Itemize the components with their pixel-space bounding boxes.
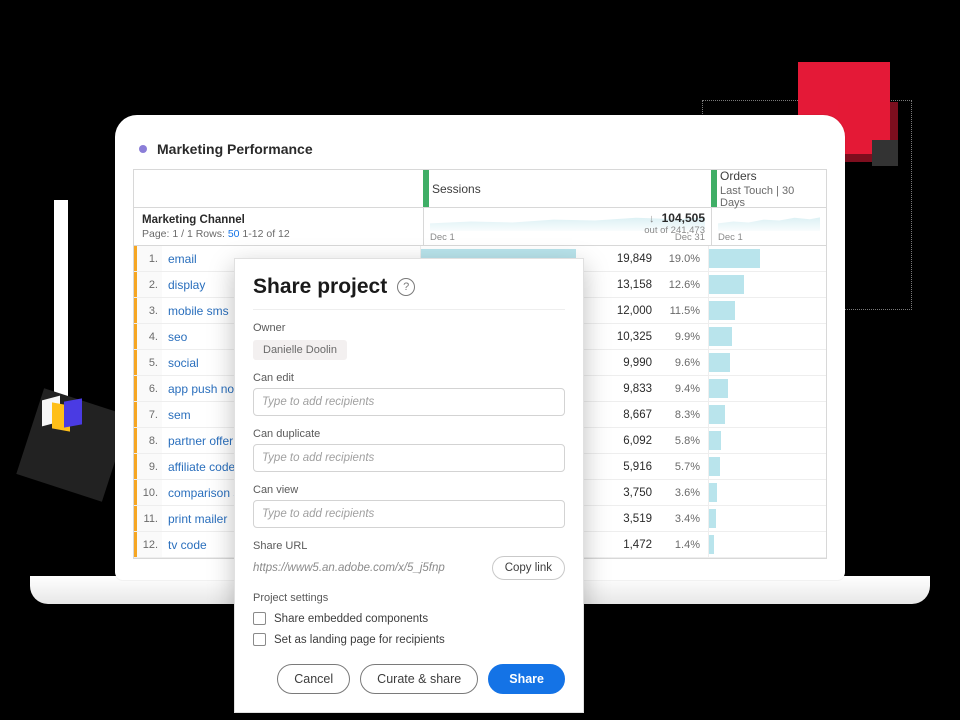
accent-color-cluster (42, 398, 84, 440)
row-sessions-pct: 3.4% (660, 513, 700, 525)
row-index: 11. (134, 506, 162, 531)
can-edit-label: Can edit (253, 372, 565, 384)
can-edit-input[interactable] (253, 388, 565, 416)
row-index: 3. (134, 298, 162, 323)
row-sessions-value: 6,092 (623, 435, 652, 447)
row-index: 7. (134, 402, 162, 427)
orders-attribution-sub: Last Touch | 30 Days (720, 185, 818, 209)
grid-metric-header: Sessions Orders Last Touch | 30 Days (134, 170, 826, 208)
row-sessions-value: 3,750 (623, 487, 652, 499)
row-sessions-pct: 19.0% (660, 253, 700, 265)
modal-title: Share project (253, 275, 387, 299)
row-sessions-pct: 12.6% (660, 279, 700, 291)
row-orders-cell (709, 246, 826, 271)
row-index: 10. (134, 480, 162, 505)
row-index: 2. (134, 272, 162, 297)
row-orders-cell (709, 298, 826, 323)
orders-sparkline (718, 212, 820, 231)
row-sessions-value: 13,158 (617, 279, 652, 291)
grid-pager: Page: 1 / 1 Rows: 50 1-12 of 12 (142, 228, 415, 240)
row-sessions-value: 10,325 (617, 331, 652, 343)
owner-label: Owner (253, 322, 565, 334)
row-orders-cell (709, 324, 826, 349)
owner-chip: Danielle Doolin (253, 340, 347, 360)
sessions-column-header[interactable]: Sessions (432, 182, 481, 196)
landing-page-checkbox[interactable] (253, 633, 266, 646)
row-sessions-value: 12,000 (617, 305, 652, 317)
date-start-label: Dec 1 (430, 232, 455, 243)
row-sessions-pct: 5.8% (660, 435, 700, 447)
row-index: 8. (134, 428, 162, 453)
row-sessions-value: 1,472 (623, 539, 652, 551)
share-button[interactable]: Share (488, 664, 565, 694)
orders-column-header[interactable]: Orders (720, 169, 818, 183)
row-sessions-pct: 9.9% (660, 331, 700, 343)
row-sessions-value: 3,519 (623, 513, 652, 525)
share-project-modal: Share project ? Owner Danielle Doolin Ca… (234, 258, 584, 713)
row-sessions-pct: 11.5% (660, 305, 700, 317)
row-sessions-pct: 8.3% (660, 409, 700, 421)
date-start-label: Dec 1 (718, 232, 743, 243)
row-orders-cell (709, 350, 826, 375)
row-index: 6. (134, 376, 162, 401)
row-sessions-value: 19,849 (617, 253, 652, 265)
row-orders-cell (709, 454, 826, 479)
dimension-header[interactable]: Marketing Channel (142, 214, 415, 226)
row-orders-cell (709, 506, 826, 531)
row-index: 12. (134, 532, 162, 557)
can-duplicate-input[interactable] (253, 444, 565, 472)
project-settings-label: Project settings (253, 592, 565, 604)
share-url-label: Share URL (253, 540, 565, 552)
copy-link-button[interactable]: Copy link (492, 556, 565, 580)
row-sessions-value: 5,916 (623, 461, 652, 473)
row-orders-cell (709, 376, 826, 401)
metric-color-tab (423, 170, 429, 207)
row-sessions-value: 9,990 (623, 357, 652, 369)
row-orders-cell (709, 532, 826, 557)
share-embedded-checkbox[interactable] (253, 612, 266, 625)
share-url-field[interactable] (253, 556, 484, 580)
panel-indicator-icon (139, 145, 147, 153)
row-index: 5. (134, 350, 162, 375)
cancel-button[interactable]: Cancel (277, 664, 350, 694)
row-sessions-pct: 5.7% (660, 461, 700, 473)
sessions-total: ↓ 104,505 out of 241,473 (644, 211, 705, 236)
curate-share-button[interactable]: Curate & share (360, 664, 478, 694)
row-sessions-pct: 9.4% (660, 383, 700, 395)
grid-sub-header: Marketing Channel Page: 1 / 1 Rows: 50 1… (134, 208, 826, 246)
row-sessions-value: 9,833 (623, 383, 652, 395)
row-orders-cell (709, 480, 826, 505)
share-embedded-label: Share embedded components (274, 613, 428, 625)
row-sessions-value: 8,667 (623, 409, 652, 421)
can-duplicate-label: Can duplicate (253, 428, 565, 440)
panel-header: Marketing Performance (133, 133, 827, 169)
can-view-label: Can view (253, 484, 565, 496)
accent-dark-square (872, 140, 898, 166)
row-orders-cell (709, 428, 826, 453)
metric-color-tab (711, 170, 717, 207)
can-view-input[interactable] (253, 500, 565, 528)
row-sessions-pct: 9.6% (660, 357, 700, 369)
row-sessions-pct: 3.6% (660, 487, 700, 499)
row-index: 9. (134, 454, 162, 479)
landing-page-label: Set as landing page for recipients (274, 634, 445, 646)
help-icon[interactable]: ? (397, 278, 415, 296)
arrow-down-icon: ↓ (649, 213, 655, 225)
rows-per-page-dropdown[interactable]: 50 (228, 228, 240, 240)
row-index: 1. (134, 246, 162, 271)
row-orders-cell (709, 272, 826, 297)
panel-title: Marketing Performance (157, 141, 313, 157)
row-index: 4. (134, 324, 162, 349)
row-sessions-pct: 1.4% (660, 539, 700, 551)
row-orders-cell (709, 402, 826, 427)
